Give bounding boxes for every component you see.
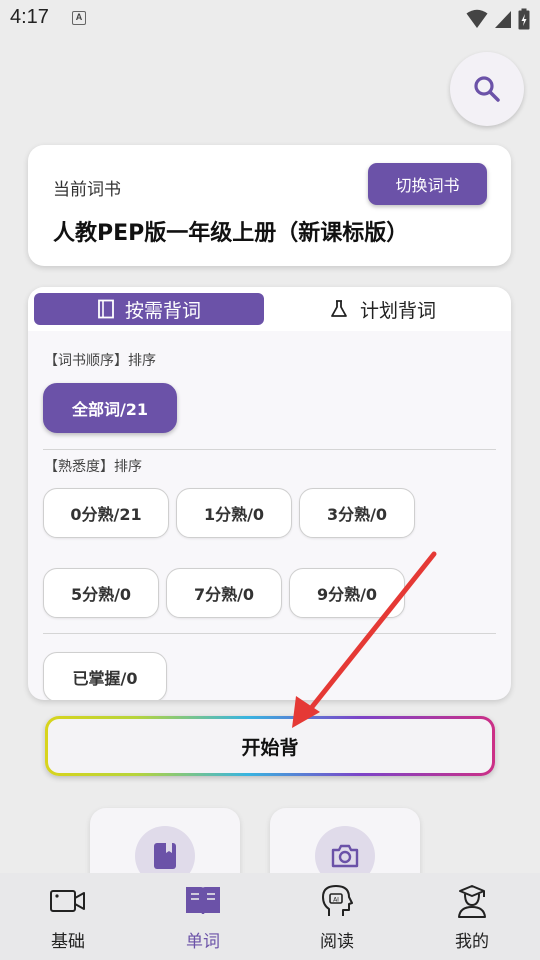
- nav-label-reading: 阅读: [320, 932, 354, 952]
- ai-head-icon: AI: [322, 885, 353, 916]
- svg-text:AI: AI: [333, 897, 339, 904]
- annotation-arrow: [292, 551, 437, 728]
- nav-item-reading[interactable]: AI 阅读: [287, 883, 387, 958]
- open-book-icon: [186, 887, 220, 915]
- video-icon: [50, 890, 85, 912]
- bottom-nav: 基础 单词 AI 阅读 我的: [0, 873, 540, 960]
- nav-label-mine: 我的: [455, 932, 489, 952]
- nav-label-words: 单词: [186, 932, 220, 952]
- nav-label-basics: 基础: [51, 932, 85, 952]
- nav-item-words[interactable]: 单词: [153, 883, 253, 958]
- user-graduate-icon: [458, 885, 486, 918]
- nav-item-basics[interactable]: 基础: [18, 883, 118, 958]
- nav-item-mine[interactable]: 我的: [422, 883, 522, 958]
